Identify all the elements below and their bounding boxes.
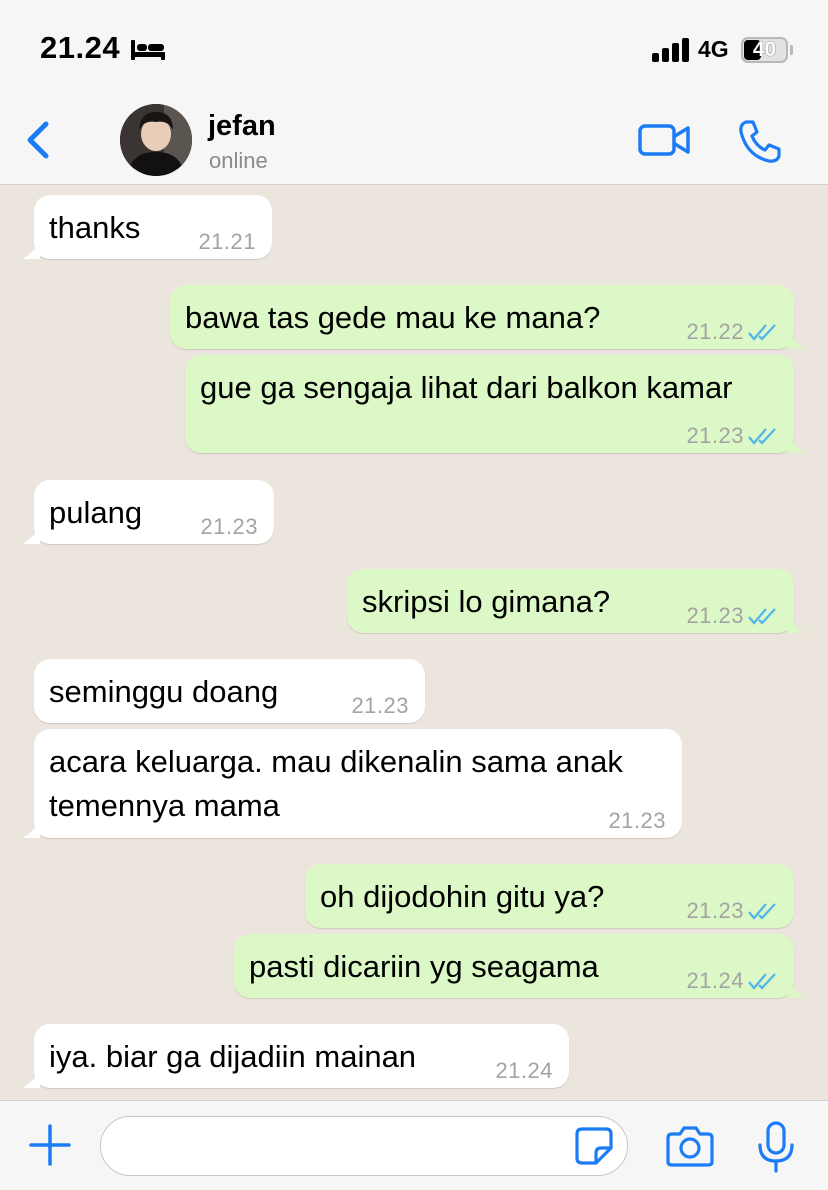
message-text: oh dijodohin gitu ya? <box>320 879 605 914</box>
message-text: pulang <box>49 495 143 530</box>
message-meta: 21.22 <box>686 319 778 345</box>
read-receipt-icon <box>748 608 776 625</box>
message-bubble-outgoing[interactable]: pasti dicariin yg seagama 21.24 <box>234 934 806 998</box>
read-receipt-icon <box>748 428 776 445</box>
message-text: seminggu doang <box>49 674 279 709</box>
status-time: 21.24 <box>40 30 121 65</box>
message-time-text: 21.22 <box>686 319 744 344</box>
bubble-tail <box>22 820 40 838</box>
chat-area[interactable]: thanks 21.21 bawa tas gede mau ke mana? … <box>0 185 828 1100</box>
network-type: 4G <box>698 36 729 62</box>
message-bubble-outgoing[interactable]: gue ga sengaja lihat dari balkon kamar 2… <box>185 355 806 453</box>
video-camera-icon[interactable] <box>637 120 691 160</box>
read-receipt-icon <box>748 973 776 990</box>
message-bubble-incoming[interactable]: seminggu doang 21.23 <box>34 659 425 723</box>
message-meta: 21.23 <box>686 898 778 924</box>
message-bubble-outgoing[interactable]: oh dijodohin gitu ya? 21.23 <box>305 864 794 928</box>
microphone-icon[interactable] <box>757 1121 795 1173</box>
read-receipt-icon <box>748 903 776 920</box>
message-bubble-incoming[interactable]: thanks 21.21 <box>22 195 272 259</box>
message-bubble-incoming[interactable]: pulang 21.23 <box>22 480 274 544</box>
message-meta: 21.24 <box>495 1058 553 1084</box>
bed-icon <box>131 40 165 60</box>
message-meta: 21.23 <box>686 603 778 629</box>
message-text: skripsi lo gimana? <box>362 584 611 619</box>
status-bar: 21.24 4G 40 <box>0 0 828 98</box>
avatar[interactable] <box>120 104 192 176</box>
message-bubble-incoming[interactable]: iya. biar ga dijadiin mainan 21.24 <box>22 1024 569 1088</box>
bubble-tail <box>22 1070 40 1088</box>
message-text-line-1: acara keluarga. mau dikenalin sama anak <box>49 744 623 779</box>
bubble-tail <box>22 526 40 544</box>
message-text: iya. biar ga dijadiin mainan <box>49 1039 417 1074</box>
message-bubble-incoming[interactable]: acara keluarga. mau dikenalin sama anak … <box>22 729 682 838</box>
bubble-tail <box>788 980 806 998</box>
phone-icon[interactable] <box>737 118 781 164</box>
sticker-icon[interactable] <box>574 1126 614 1166</box>
avatar-image <box>120 104 192 176</box>
message-time-text: 21.23 <box>686 898 744 923</box>
contact-name[interactable]: jefan <box>208 110 276 143</box>
message-time-text: 21.23 <box>351 693 409 718</box>
message-text-line-2: temennya mama <box>49 788 280 823</box>
message-time-text: 21.23 <box>608 808 666 833</box>
message-meta: 21.23 <box>351 693 409 719</box>
message-input[interactable] <box>100 1116 628 1176</box>
message-time-text: 21.23 <box>200 514 258 539</box>
message-text: bawa tas gede mau ke mana? <box>185 300 601 335</box>
chat-header: jefan online <box>0 98 828 185</box>
bubble-tail <box>788 435 806 453</box>
battery-icon: 40 <box>741 37 788 63</box>
message-time-text: 21.24 <box>686 968 744 993</box>
message-text: gue ga sengaja lihat dari balkon kamar <box>200 370 733 405</box>
message-time-text: 21.24 <box>495 1058 553 1083</box>
bubble-tail <box>22 241 40 259</box>
message-bubble-outgoing[interactable]: skripsi lo gimana? 21.23 <box>347 569 806 633</box>
message-time-text: 21.21 <box>198 229 256 254</box>
message-text: pasti dicariin yg seagama <box>249 949 599 984</box>
bubble-tail <box>788 615 806 633</box>
message-bubble-outgoing[interactable]: bawa tas gede mau ke mana? 21.22 <box>170 285 806 349</box>
battery-nub <box>790 45 793 55</box>
message-meta: 21.24 <box>686 968 778 994</box>
contact-status: online <box>209 148 268 173</box>
message-time-text: 21.23 <box>686 603 744 628</box>
bubble-tail <box>788 331 806 349</box>
camera-icon[interactable] <box>666 1124 714 1168</box>
read-receipt-icon <box>748 324 776 341</box>
plus-icon[interactable] <box>28 1123 72 1167</box>
signal-icon <box>652 38 689 62</box>
input-bar <box>0 1100 828 1190</box>
message-meta: 21.23 <box>608 808 666 834</box>
message-meta: 21.23 <box>200 514 258 540</box>
message-time-text: 21.23 <box>686 423 744 448</box>
message-time: 21.21 <box>198 229 256 255</box>
message-meta: 21.23 <box>686 423 778 449</box>
message-text: thanks <box>49 210 141 245</box>
battery-level: 40 <box>752 38 777 61</box>
back-chevron-icon[interactable] <box>22 120 58 160</box>
